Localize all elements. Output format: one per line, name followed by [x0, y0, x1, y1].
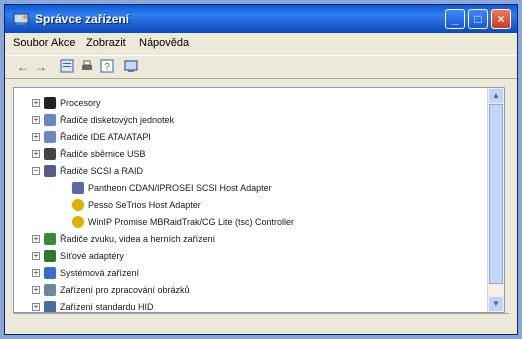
expand-plus-icon[interactable]: + [32, 99, 40, 107]
minimize-button[interactable]: _ [445, 9, 465, 29]
tree-item-label: Síťové adaptéry [60, 251, 124, 261]
menu-akce[interactable]: Akce [51, 37, 75, 49]
tree-item[interactable]: + Systémová zařízení [14, 265, 484, 281]
menu-soubor[interactable]: Soubor [13, 37, 48, 49]
status-bar [13, 313, 509, 328]
tree-item-label: Řadiče sběrnice USB [60, 149, 146, 159]
tree-item[interactable]: + Zařízení pro zpracování obrázků [14, 282, 484, 298]
usb-controller-icon [44, 148, 56, 160]
device-manager-icon [13, 13, 29, 25]
menu-zobrazit[interactable]: Zobrazit [86, 37, 126, 49]
expand-plus-icon[interactable]: + [32, 133, 40, 141]
menu-bar: Soubor Akce Zobrazit Nápověda [5, 33, 517, 53]
scsi-warning-device-icon [72, 199, 84, 211]
properties-icon[interactable] [59, 59, 75, 75]
tree-item-label: Procesory [60, 98, 101, 108]
processor-icon [44, 97, 56, 109]
tree-item-label: WinIP Promise MBRaidTrak/CG Lite (tsc) C… [88, 217, 295, 227]
print-icon[interactable] [79, 59, 95, 75]
scsi-controller-icon [44, 165, 56, 177]
tree-item[interactable]: + Procesory [14, 95, 484, 111]
vertical-scrollbar[interactable]: ▲ ▼ [487, 88, 504, 312]
expand-plus-icon[interactable]: + [32, 286, 40, 294]
sound-controller-icon [44, 233, 56, 245]
close-button[interactable]: × [491, 9, 511, 29]
expand-plus-icon[interactable]: + [32, 252, 40, 260]
menu-napoveda[interactable]: Nápověda [139, 37, 189, 49]
tree-item-label: Řadiče zvuku, videa a herních zařízení [60, 234, 216, 244]
imaging-device-icon [44, 284, 56, 296]
tree-item[interactable]: + Síťové adaptéry [14, 248, 484, 264]
forward-arrow-icon[interactable]: → [33, 59, 49, 75]
tree-item[interactable]: + Řadiče sběrnice USB [14, 146, 484, 162]
tree-item-label: Řadiče IDE ATA/ATAPI [60, 132, 151, 142]
tree-item-label: Řadiče disketových jednotek [60, 115, 175, 125]
scroll-thumb[interactable] [489, 104, 503, 284]
tree-item[interactable]: − Řadiče SCSI a RAID [14, 163, 484, 179]
device-tree[interactable]: + Procesory + Řadiče disketových jednotek + Ř… [13, 87, 505, 313]
network-adapter-icon [44, 250, 56, 262]
tree-item[interactable]: Pesso SeTrios Host Adapter [14, 197, 484, 213]
tree-item-label: Řadiče SCSI a RAID [60, 166, 144, 176]
scsi-warning-device-icon [72, 216, 84, 228]
collapse-minus-icon[interactable]: − [32, 167, 40, 175]
tree-item-label: Pesso SeTrios Host Adapter [88, 200, 201, 210]
expand-plus-icon[interactable]: + [32, 303, 40, 311]
tree-item[interactable]: + Řadiče disketových jednotek [14, 112, 484, 128]
toolbar: ← → ? [5, 55, 517, 79]
tree-item[interactable]: + Zařízení standardu HID [14, 299, 484, 312]
scroll-up-arrow-icon[interactable]: ▲ [489, 89, 503, 103]
scsi-device-icon [72, 182, 84, 194]
back-arrow-icon[interactable]: ← [15, 59, 31, 75]
hid-device-icon [44, 301, 56, 312]
expand-plus-icon[interactable]: + [32, 116, 40, 124]
scroll-down-arrow-icon[interactable]: ▼ [489, 297, 503, 311]
tree-item[interactable]: + Řadiče zvuku, videa a herních zařízení [14, 231, 484, 247]
ide-controller-icon [44, 131, 56, 143]
tree-item[interactable]: WinIP Promise MBRaidTrak/CG Lite (tsc) C… [14, 214, 484, 230]
device-manager-window: Správce zařízení _ □ × Soubor Akce Zobra… [4, 4, 518, 335]
system-device-icon [44, 267, 56, 279]
expand-plus-icon[interactable]: + [32, 235, 40, 243]
tree-item-label: Zařízení pro zpracování obrázků [60, 285, 190, 295]
floppy-controller-icon [44, 114, 56, 126]
maximize-button[interactable]: □ [468, 9, 488, 29]
help-icon[interactable]: ? [99, 59, 115, 75]
svg-text:?: ? [104, 62, 110, 73]
scan-hardware-icon[interactable] [123, 59, 139, 75]
tree-item-label: Zařízení standardu HID [60, 302, 154, 312]
tree-item[interactable]: Pantheon CDAN/IPROSEI SCSI Host Adapter [14, 180, 484, 196]
tree-item[interactable]: + Řadiče IDE ATA/ATAPI [14, 129, 484, 145]
title-bar[interactable]: Správce zařízení _ □ × [5, 5, 517, 33]
expand-plus-icon[interactable]: + [32, 269, 40, 277]
tree-item-label: Pantheon CDAN/IPROSEI SCSI Host Adapter [88, 183, 272, 193]
tree-item-label: Systémová zařízení [60, 268, 140, 278]
window-title: Správce zařízení [35, 12, 130, 26]
expand-plus-icon[interactable]: + [32, 150, 40, 158]
